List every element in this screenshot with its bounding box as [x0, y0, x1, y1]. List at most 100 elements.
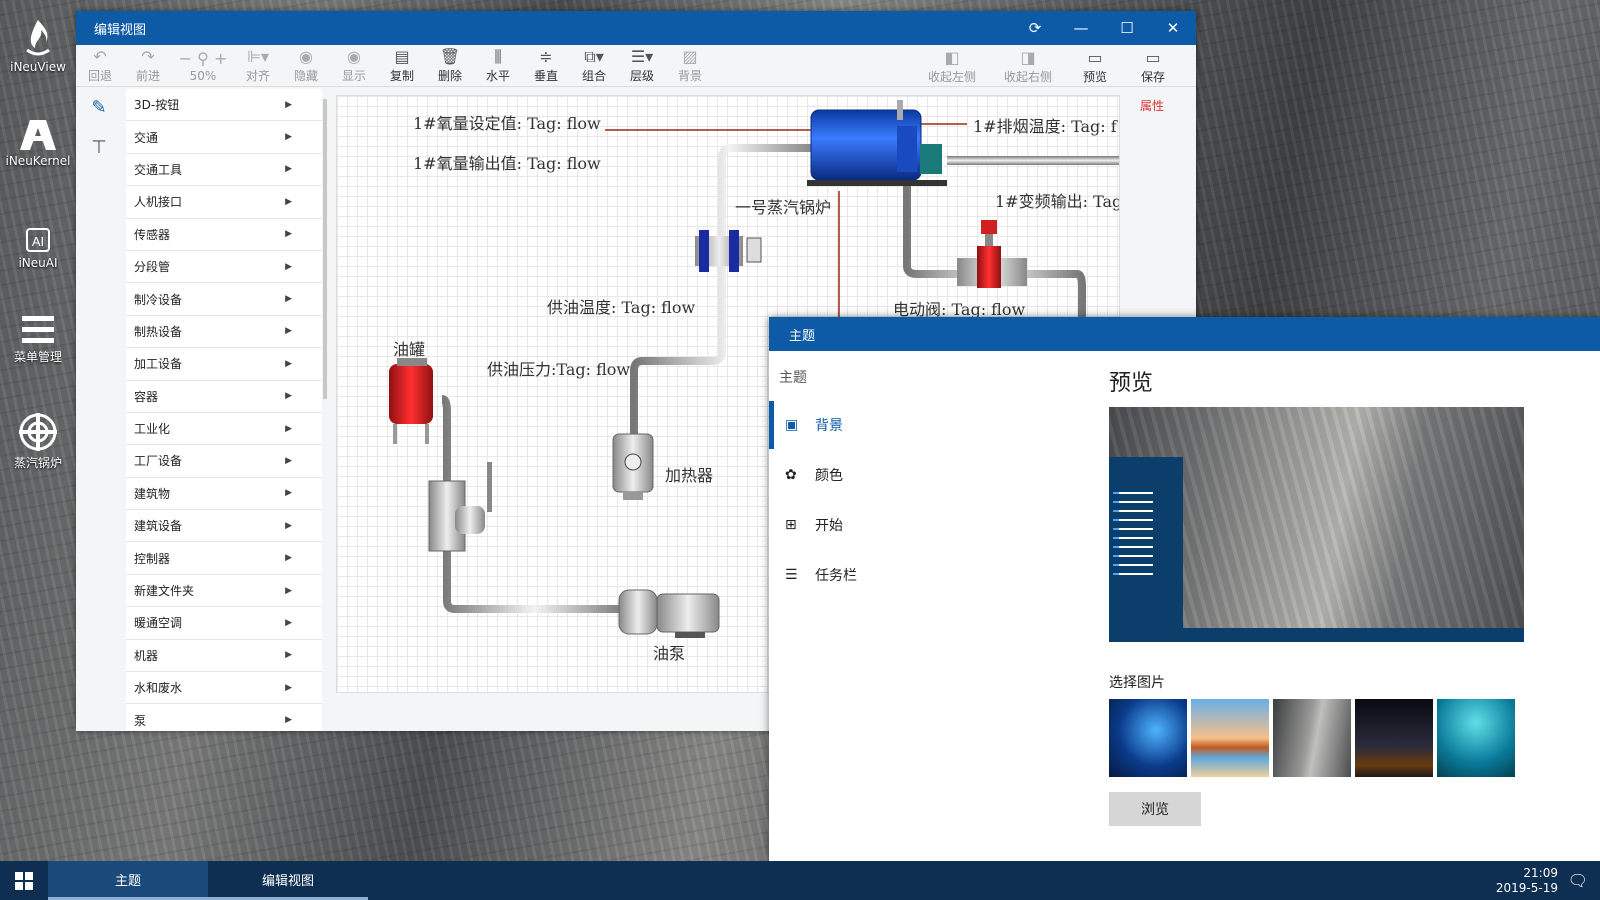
category-item[interactable]: 人机接口 ▶: [126, 186, 322, 219]
undo-button[interactable]: ↶ 回退: [76, 47, 124, 84]
category-item[interactable]: 3D-按钮 ▶: [126, 89, 322, 122]
category-item[interactable]: 暖通空调 ▶: [126, 607, 322, 640]
collapse-right-label: 收起右侧: [1003, 69, 1052, 84]
category-item[interactable]: 传感器 ▶: [126, 219, 322, 251]
category-item[interactable]: 工厂设备 ▶: [126, 445, 322, 478]
exhaust-temp-label[interactable]: 1#排烟温度: Tag: f: [973, 113, 1117, 137]
nav-item-start[interactable]: ⊞ 开始: [769, 501, 1069, 549]
oil-pump-label[interactable]: 油泵: [653, 640, 685, 664]
copy-button[interactable]: ▤ 复制: [378, 47, 426, 84]
category-item[interactable]: 交通工具 ▶: [126, 154, 322, 187]
notification-icon[interactable]: 🗨: [1568, 871, 1588, 890]
category-label: 制热设备: [134, 324, 183, 339]
thumbnail-night-sky[interactable]: [1355, 699, 1433, 777]
show-label: 显示: [341, 69, 366, 83]
horizontal-label: 水平: [485, 69, 510, 83]
o2-output-label[interactable]: 1#氧量输出值: Tag: flow: [413, 150, 601, 174]
taskbar-item-theme[interactable]: 主题: [48, 861, 208, 900]
flame-icon: [26, 20, 50, 56]
taskbar-item-editor[interactable]: 编辑视图: [208, 861, 368, 900]
zoom-control[interactable]: − ⚲ +50%: [172, 49, 234, 83]
delete-button[interactable]: 🗑 删除: [426, 47, 474, 84]
clock[interactable]: 21:09 2019-5-19: [1496, 866, 1558, 896]
category-item[interactable]: 建筑物 ▶: [126, 478, 322, 511]
show-button[interactable]: ◉ 显示: [330, 47, 378, 84]
thumbnail-beach[interactable]: [1191, 699, 1269, 777]
category-item[interactable]: 制冷设备 ▶: [126, 283, 322, 316]
theme-titlebar[interactable]: 主题: [769, 317, 1600, 351]
align-button[interactable]: ⊫▾ 对齐: [234, 47, 282, 84]
thumbnail-windows[interactable]: [1109, 699, 1187, 777]
desktop-icon-boiler[interactable]: 蒸汽锅炉: [4, 412, 72, 471]
background-label: 背景: [677, 69, 702, 83]
heater-label[interactable]: 加热器: [665, 462, 713, 486]
oil-tank-label[interactable]: 油罐: [393, 336, 425, 360]
layer-button[interactable]: ☰▾ 层级: [618, 47, 666, 84]
category-label: 新建文件夹: [134, 584, 195, 599]
category-item[interactable]: 交通 ▶: [126, 121, 322, 154]
collapse-left-button[interactable]: ◧ 收起左侧: [914, 48, 990, 85]
vertical-button[interactable]: ≑ 垂直: [522, 47, 570, 84]
background-button[interactable]: ▨ 背景: [666, 47, 714, 84]
minimize-button[interactable]: —: [1058, 19, 1104, 37]
category-item[interactable]: 加工设备 ▶: [126, 348, 322, 381]
chevron-right-icon: ▶: [285, 294, 292, 305]
thumbnail-underwater[interactable]: [1437, 699, 1515, 777]
panel-right-icon: ◨: [1020, 47, 1036, 67]
properties-tab[interactable]: 属性: [1140, 97, 1164, 114]
chevron-right-icon: ▶: [285, 488, 292, 499]
save-button[interactable]: ▭ 保存: [1124, 48, 1182, 85]
image-icon: ▣: [785, 417, 799, 433]
category-item[interactable]: 水和废水 ▶: [126, 672, 322, 705]
nav-item-color[interactable]: ✿ 颜色: [769, 451, 1069, 499]
category-item[interactable]: 新建文件夹 ▶: [126, 575, 322, 608]
desktop-icon-ineuview[interactable]: iNeuView: [4, 18, 72, 74]
start-button[interactable]: [0, 861, 48, 900]
desktop-icon-ineukernel[interactable]: iNeuKernel: [4, 118, 72, 168]
browse-button[interactable]: 浏览: [1109, 792, 1201, 826]
windows-icon: ⊞: [785, 517, 797, 533]
menu-icon: [22, 316, 54, 343]
text-tool-icon[interactable]: ⊤: [76, 127, 122, 167]
desktop-icon-label: iNeuView: [10, 60, 66, 74]
maximize-button[interactable]: ☐: [1104, 19, 1150, 37]
o2-setpoint-label[interactable]: 1#氧量设定值: Tag: flow: [413, 110, 601, 134]
vfd-output-label[interactable]: 1#变频输出: Tag: [995, 188, 1119, 212]
oil-pressure-label[interactable]: 供油压力:Tag: flow: [487, 356, 630, 380]
chevron-right-icon: ▶: [285, 553, 292, 564]
magic-wand-icon[interactable]: ✎: [76, 87, 122, 127]
category-item[interactable]: 控制器 ▶: [126, 542, 322, 575]
redo-button[interactable]: ↷ 前进: [124, 47, 172, 84]
preview-button[interactable]: ▭ 预览: [1066, 48, 1124, 85]
collapse-right-button[interactable]: ◨ 收起右侧: [990, 48, 1066, 85]
editor-title: 编辑视图: [94, 22, 147, 38]
save-label: 保存: [1140, 69, 1165, 84]
group-button[interactable]: ⧉▾ 组合: [570, 47, 618, 84]
category-item[interactable]: 泵 ▶: [126, 704, 322, 731]
thumbnail-cliff[interactable]: [1273, 699, 1351, 777]
category-item[interactable]: 建筑设备 ▶: [126, 510, 322, 543]
component-category-list: 3D-按钮 ▶ 交通 ▶ 交通工具 ▶ 人机接口 ▶ 传感器 ▶ 分段管 ▶ 制冷设备 ▶ 制热设备 ▶ 加工设…: [126, 89, 322, 731]
editor-titlebar[interactable]: 编辑视图 ⟳ — ☐ ✕: [76, 11, 1196, 45]
nav-item-taskbar[interactable]: ☰ 任务栏: [769, 551, 1069, 599]
refresh-icon[interactable]: ⟳: [1012, 19, 1058, 37]
chevron-right-icon: ▶: [285, 520, 292, 531]
desktop-icon-menu[interactable]: 菜单管理: [4, 312, 72, 365]
category-item[interactable]: 工业化 ▶: [126, 413, 322, 446]
boiler-label[interactable]: 一号蒸汽锅炉: [735, 194, 831, 218]
nav-item-background[interactable]: ▣ 背景: [769, 401, 1069, 449]
horizontal-button[interactable]: ⫼ 水平: [474, 47, 522, 84]
category-item[interactable]: 制热设备 ▶: [126, 316, 322, 349]
desktop-icon-ineuai[interactable]: AI iNeuAI: [4, 226, 72, 270]
hide-button[interactable]: ◉ 隐藏: [282, 47, 330, 84]
preview-label: 预览: [1082, 69, 1107, 84]
close-button[interactable]: ✕: [1150, 19, 1196, 37]
theme-title: 主题: [789, 328, 816, 344]
category-item[interactable]: 分段管 ▶: [126, 251, 322, 284]
category-item[interactable]: 机器 ▶: [126, 640, 322, 673]
group-label: 组合: [581, 69, 606, 83]
category-item[interactable]: 容器 ▶: [126, 381, 322, 413]
oil-temp-label[interactable]: 供油温度: Tag: flow: [547, 294, 695, 318]
chevron-right-icon: ▶: [285, 326, 292, 337]
category-scrollbar[interactable]: [323, 99, 327, 399]
